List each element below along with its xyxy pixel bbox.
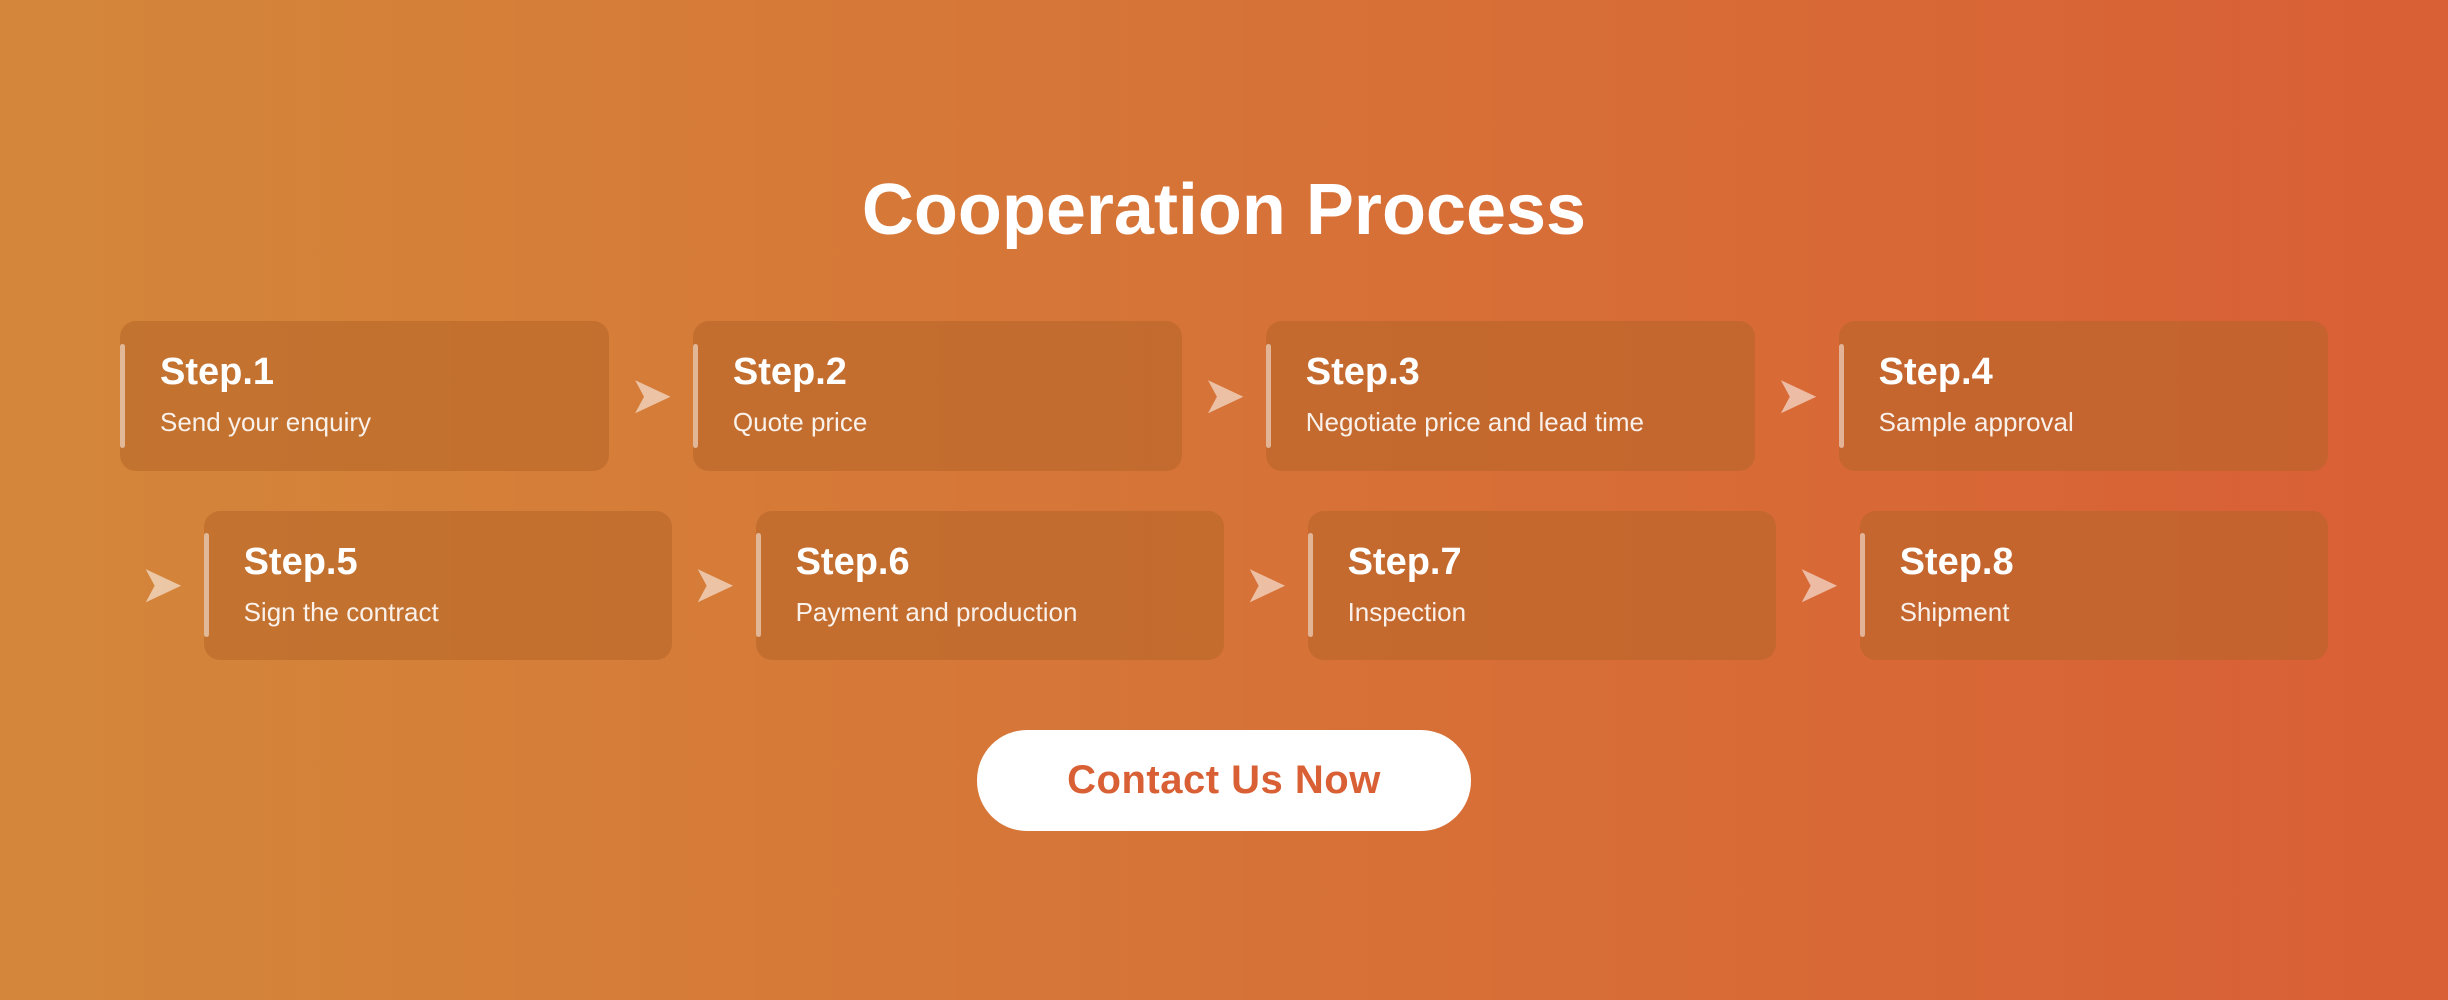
step-8-desc: Shipment — [1900, 594, 2288, 630]
step-card-7: Step.7 Inspection — [1308, 511, 1776, 660]
arrow-6: ➤ — [1244, 555, 1288, 615]
step-3-desc: Negotiate price and lead time — [1306, 404, 1715, 440]
step-1-desc: Send your enquiry — [160, 404, 569, 440]
step-5-label: Step.5 — [244, 541, 632, 584]
step-2-desc: Quote price — [733, 404, 1142, 440]
steps-row-2: ➤ Step.5 Sign the contract ➤ Step.6 Paym… — [120, 511, 2328, 660]
step-4-desc: Sample approval — [1879, 404, 2288, 440]
contact-us-button[interactable]: Contact Us Now — [977, 730, 1471, 831]
step-card-8: Step.8 Shipment — [1860, 511, 2328, 660]
step-6-desc: Payment and production — [796, 594, 1184, 630]
arrow-1: ➤ — [629, 366, 673, 426]
step-6-label: Step.6 — [796, 541, 1184, 584]
steps-row-1: Step.1 Send your enquiry ➤ Step.2 Quote … — [120, 321, 2328, 470]
step-2-label: Step.2 — [733, 351, 1142, 394]
step-1-label: Step.1 — [160, 351, 569, 394]
arrow-5: ➤ — [692, 555, 736, 615]
page-wrapper: Cooperation Process Step.1 Send your enq… — [0, 0, 2448, 1000]
step-card-6: Step.6 Payment and production — [756, 511, 1224, 660]
step-8-label: Step.8 — [1900, 541, 2288, 584]
step-5-desc: Sign the contract — [244, 594, 632, 630]
step-7-label: Step.7 — [1348, 541, 1736, 584]
step-7-desc: Inspection — [1348, 594, 1736, 630]
step-card-2: Step.2 Quote price — [693, 321, 1182, 470]
step-card-5: Step.5 Sign the contract — [204, 511, 672, 660]
arrow-leading: ➤ — [140, 555, 184, 615]
step-3-label: Step.3 — [1306, 351, 1715, 394]
step-card-1: Step.1 Send your enquiry — [120, 321, 609, 470]
page-title: Cooperation Process — [862, 169, 1586, 251]
arrow-7: ➤ — [1796, 555, 1840, 615]
step-4-label: Step.4 — [1879, 351, 2288, 394]
steps-container: Step.1 Send your enquiry ➤ Step.2 Quote … — [120, 321, 2328, 660]
arrow-3: ➤ — [1775, 366, 1819, 426]
step-card-3: Step.3 Negotiate price and lead time — [1266, 321, 1755, 470]
arrow-2: ➤ — [1202, 366, 1246, 426]
step-card-4: Step.4 Sample approval — [1839, 321, 2328, 470]
